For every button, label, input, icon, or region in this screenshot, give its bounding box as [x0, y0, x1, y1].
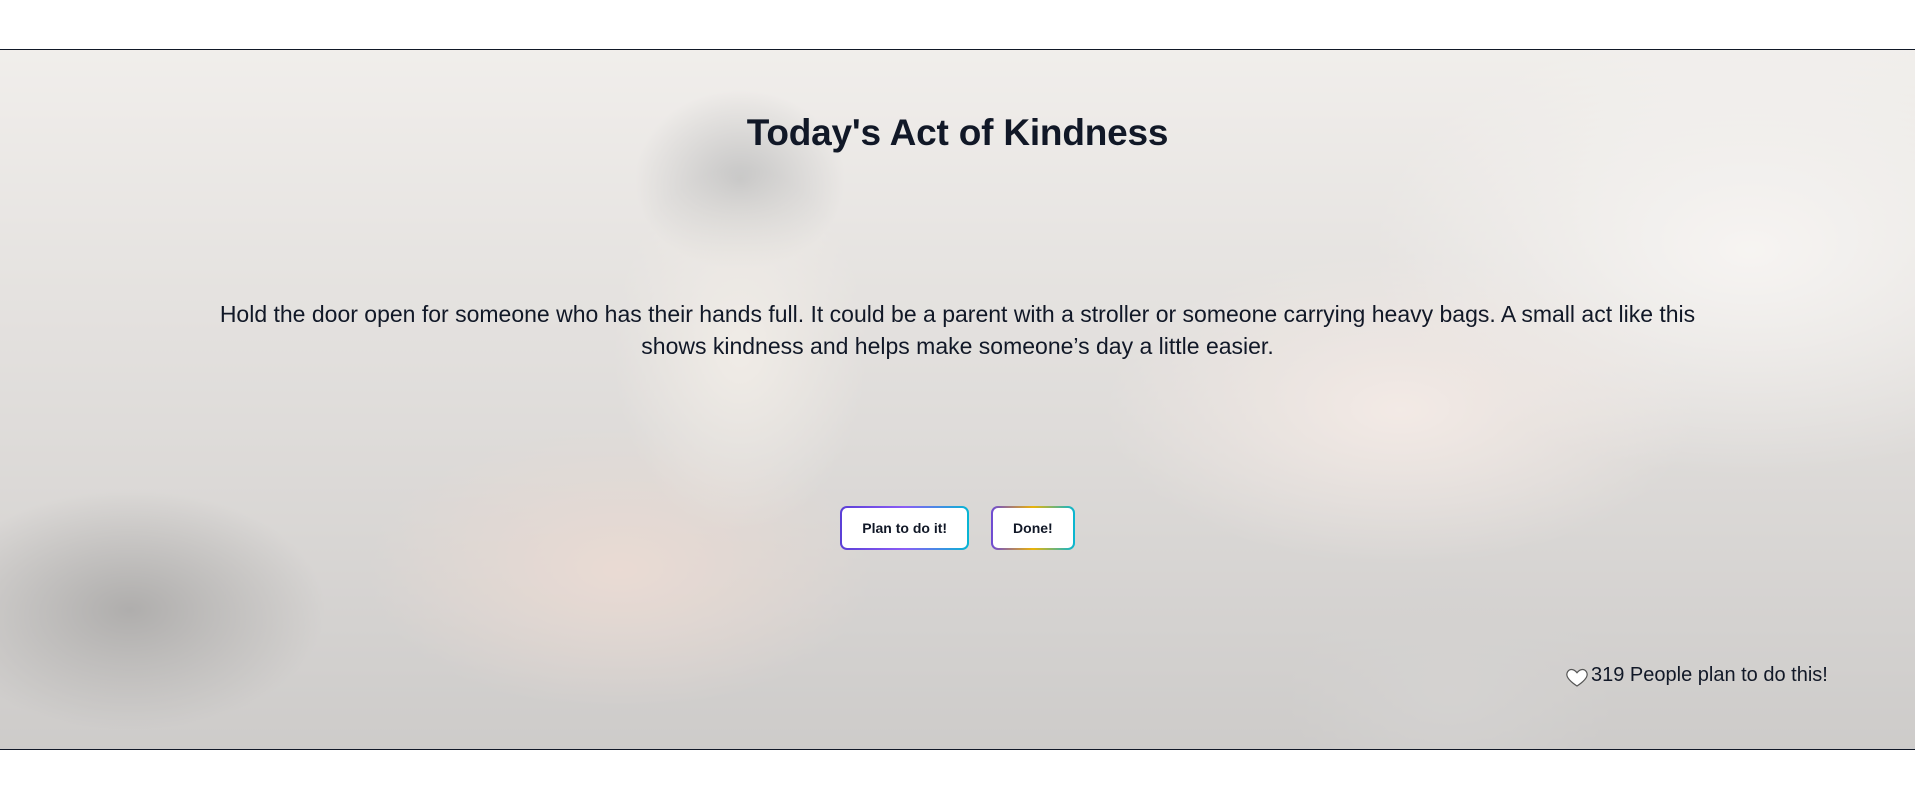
hero-content: Today's Act of Kindness Hold the door op… — [0, 50, 1915, 749]
action-buttons: Plan to do it! Done! — [0, 506, 1915, 550]
heart-icon — [1566, 668, 1588, 687]
done-button[interactable]: Done! — [991, 506, 1075, 550]
page-title: Today's Act of Kindness — [746, 112, 1169, 153]
plan-count-text: 319 People plan to do this! — [1591, 663, 1828, 686]
act-of-kindness-hero: Today's Act of Kindness Hold the door op… — [0, 49, 1915, 750]
plan-to-do-it-button[interactable]: Plan to do it! — [840, 506, 969, 550]
plan-count: 319 People plan to do this! — [1565, 661, 1828, 689]
page: Today's Act of Kindness Hold the door op… — [0, 0, 1915, 789]
act-description: Hold the door open for someone who has t… — [219, 301, 1696, 359]
